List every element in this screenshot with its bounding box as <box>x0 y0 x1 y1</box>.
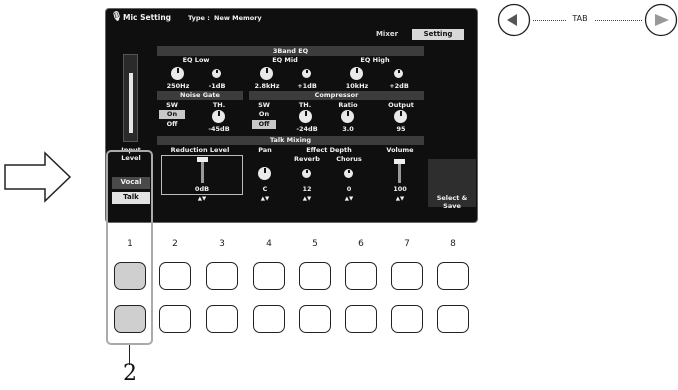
eq-low-gain-knob[interactable] <box>212 69 221 78</box>
compressor-ratio-knob[interactable] <box>341 110 354 123</box>
reverb-knob[interactable] <box>302 169 311 178</box>
talk-mixing-header: Talk Mixing <box>269 136 312 144</box>
noise-gate-th-label: TH. <box>212 101 226 109</box>
pan-arrows: ▲▼ <box>260 196 270 202</box>
left-arrow-icon[interactable] <box>497 3 531 37</box>
effect-depth-label: Effect Depth <box>306 146 352 154</box>
upper-button-4[interactable] <box>253 262 285 290</box>
reduction-level-value: 0dB <box>194 185 210 193</box>
button-number-8: 8 <box>450 239 456 249</box>
tab-setting[interactable]: Setting <box>412 29 464 40</box>
button-number-6: 6 <box>358 239 364 249</box>
volume-arrows: ▲▼ <box>395 196 405 202</box>
button-number-3: 3 <box>219 239 225 249</box>
button-number-5: 5 <box>312 239 318 249</box>
pan-value: C <box>262 185 268 193</box>
volume-slider[interactable] <box>394 159 405 183</box>
compressor-header: Compressor <box>314 91 359 99</box>
mic-icon: 🎙︎ <box>111 12 123 22</box>
noise-gate-sw-off[interactable]: Off <box>159 120 185 128</box>
compressor-output-knob[interactable] <box>394 110 407 123</box>
eq-high-gain: +2dB <box>389 82 409 90</box>
eq-header: 3Band EQ <box>272 47 309 55</box>
screen-title: Mic Setting <box>123 13 172 22</box>
button-number-4: 4 <box>266 239 272 249</box>
eq-high-freq: 10kHz <box>345 82 369 90</box>
lcd-screen: 🎙︎ Mic Setting Type : New Memory Mixer S… <box>105 8 478 223</box>
compressor-ratio-value: 3.0 <box>342 125 354 133</box>
noise-gate-header: Noise Gate <box>180 91 220 99</box>
volume-value: 100 <box>393 185 407 193</box>
pan-knob[interactable] <box>258 167 271 180</box>
noise-gate-sw-on[interactable]: On <box>159 110 185 119</box>
reverb-arrows: ▲▼ <box>302 196 312 202</box>
upper-button-7[interactable] <box>391 262 423 290</box>
lower-button-3[interactable] <box>206 305 238 333</box>
pointer-arrow-icon <box>4 151 72 203</box>
chorus-knob[interactable] <box>344 169 353 178</box>
compressor-th-label: TH. <box>298 101 312 109</box>
chorus-value: 0 <box>346 185 352 193</box>
chorus-arrows: ▲▼ <box>344 196 354 202</box>
callout-number: 2 <box>123 361 137 386</box>
lower-button-1[interactable] <box>114 305 146 333</box>
reverb-value: 12 <box>302 185 312 193</box>
eq-mid-label: EQ Mid <box>272 56 298 64</box>
eq-low-freq: 250Hz <box>166 82 190 90</box>
noise-gate-sw-label: SW <box>166 101 178 109</box>
pan-label: Pan <box>258 146 272 154</box>
eq-mid-gain-knob[interactable] <box>302 69 311 78</box>
eq-high-label: EQ High <box>360 56 390 64</box>
button-number-1: 1 <box>127 239 133 249</box>
reverb-label: Reverb <box>294 155 320 163</box>
eq-mid-freq: 2.8kHz <box>254 82 280 90</box>
lower-button-6[interactable] <box>345 305 377 333</box>
chorus-label: Chorus <box>336 155 362 163</box>
select-save-button[interactable]: Select & Save <box>428 194 476 210</box>
upper-button-3[interactable] <box>206 262 238 290</box>
compressor-sw-off[interactable]: Off <box>252 120 276 129</box>
eq-low-gain: -1dB <box>208 82 226 90</box>
compressor-ratio-label: Ratio <box>338 101 358 109</box>
reduction-level-label: Reduction Level <box>170 146 230 154</box>
noise-gate-th-value: -45dB <box>208 125 230 133</box>
type-label: Type : <box>188 14 210 22</box>
compressor-th-knob[interactable] <box>299 110 312 123</box>
compressor-sw-on[interactable]: On <box>251 110 277 118</box>
reduction-level-slider[interactable] <box>197 157 208 183</box>
eq-high-freq-knob[interactable] <box>350 67 363 80</box>
compressor-th-value: -24dB <box>296 125 318 133</box>
right-arrow-icon[interactable] <box>644 3 678 37</box>
type-value: New Memory <box>214 14 262 22</box>
upper-button-6[interactable] <box>345 262 377 290</box>
noise-gate-th-knob[interactable] <box>212 110 225 123</box>
lower-button-7[interactable] <box>391 305 423 333</box>
compressor-sw-label: SW <box>258 101 270 109</box>
lower-button-5[interactable] <box>299 305 331 333</box>
eq-mid-gain: +1dB <box>297 82 317 90</box>
eq-mid-freq-knob[interactable] <box>260 67 273 80</box>
input-level-meter <box>123 54 138 142</box>
upper-button-5[interactable] <box>299 262 331 290</box>
lower-button-8[interactable] <box>437 305 469 333</box>
eq-low-label: EQ Low <box>182 56 210 64</box>
upper-button-1[interactable] <box>114 262 146 290</box>
button-number-7: 7 <box>404 239 410 249</box>
upper-button-8[interactable] <box>437 262 469 290</box>
compressor-output-label: Output <box>388 101 414 109</box>
lower-button-4[interactable] <box>253 305 285 333</box>
tab-mixer[interactable]: Mixer <box>367 29 407 40</box>
upper-button-2[interactable] <box>159 262 191 290</box>
tab-label: TAB <box>566 14 594 23</box>
volume-label: Volume <box>386 146 414 154</box>
lower-button-2[interactable] <box>159 305 191 333</box>
eq-high-gain-knob[interactable] <box>394 69 403 78</box>
eq-low-freq-knob[interactable] <box>171 67 184 80</box>
compressor-output-value: 95 <box>396 125 406 133</box>
button-number-2: 2 <box>172 239 178 249</box>
reduction-arrows: ▲▼ <box>197 196 207 202</box>
